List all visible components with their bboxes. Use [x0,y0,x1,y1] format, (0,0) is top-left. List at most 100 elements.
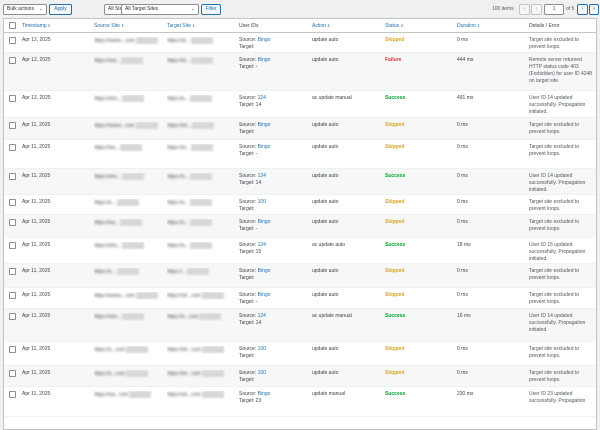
source-user-link[interactable]: 100 [258,199,266,205]
column-duration[interactable]: Duration⇕ [457,23,480,29]
target-site-url: https://sh...com [167,370,201,377]
row-checkbox[interactable] [9,37,16,44]
row-checkbox[interactable] [9,268,16,275]
row-checkbox[interactable] [9,95,16,102]
redaction [201,391,224,398]
table-row[interactable]: Apr 12, 2025 https://swiss...com https://s… [4,33,596,53]
source-user-link[interactable]: Bingo [258,144,271,150]
source-user-link[interactable]: 124 [258,242,266,248]
row-action: update auto [312,199,339,205]
source-site-url: https://sho... [94,242,122,249]
table-row[interactable]: Apr 11, 2025 https://sho... https://o... So… [4,238,596,264]
row-target-site: https://o...com [167,313,237,321]
source-user-link[interactable]: 124 [258,313,266,319]
column-action[interactable]: Action⇕ [312,23,330,29]
current-page-input[interactable]: 1 [544,4,564,15]
source-user-link[interactable]: Bingo [258,391,271,397]
column-status[interactable]: Status⇕ [385,23,404,29]
row-source-site: https://swiss...com [94,122,164,130]
row-source-site: https://s... [94,199,164,207]
source-id-label: Source: [239,199,258,205]
column-timestamp[interactable]: Timestamp⇕ [22,23,51,29]
source-user-link[interactable]: Bingo [258,122,271,128]
table-row[interactable]: Apr 12, 2025 https://swi... https://sl... S… [4,53,596,91]
row-checkbox[interactable] [9,144,16,151]
table-row[interactable]: Apr 11, 2025 https://sw... https://sl... So… [4,140,596,169]
row-details: User ID 14 updated successfully. Propaga… [529,173,586,193]
row-target-site: https://s... [167,219,237,227]
source-user-link[interactable]: Bingo [258,57,271,63]
row-details: Target site excluded to prevent loops. [529,370,580,383]
source-user-link[interactable]: Bingo [258,37,271,43]
source-user-link[interactable]: Bingo [258,292,271,298]
table-row[interactable]: Apr 11, 2025 https://sho... https://o... So… [4,169,596,195]
table-row[interactable]: Apr 11, 2025 https://sw...com https://sh..… [4,387,596,417]
target-site-url: https://o... [167,95,189,102]
target-site-url: https://o... [167,173,189,180]
row-timestamp: Apr 11, 2025 [22,370,51,376]
table-row[interactable]: Apr 11, 2025 https://s...com https://sh...… [4,342,596,366]
source-user-link[interactable]: Bingo [258,268,271,274]
next-page-button[interactable]: › [577,4,588,15]
source-id-label: Source: [239,219,258,225]
row-details: Remote server returned HTTP status code … [529,57,593,84]
column-target-site[interactable]: Target Site⇕ [167,23,195,29]
bulk-actions-select[interactable]: Bulk actions ⌄ [3,4,47,15]
redaction [189,242,212,249]
target-site-url: https://sl... [167,144,190,151]
row-checkbox[interactable] [9,199,16,206]
row-user-ids: Source: 100 Target: [239,370,305,384]
source-user-link[interactable]: 100 [258,346,266,352]
row-checkbox[interactable] [9,370,16,377]
table-row[interactable]: Apr 12, 2025 https://sho... https://o... So… [4,91,596,118]
filter-button[interactable]: Filter [201,4,221,15]
status-badge: Skipped [385,268,405,274]
row-target-site: https://sh...com [167,292,237,300]
source-user-link[interactable]: Bingo [258,219,271,225]
row-checkbox[interactable] [9,313,16,320]
row-checkbox[interactable] [9,219,16,226]
row-checkbox[interactable] [9,173,16,180]
table-row[interactable]: Apr 11, 2025 https://swiss...com https://s… [4,288,596,309]
table-row[interactable]: Apr 11, 2025 https://swiss...com https://s… [4,118,596,140]
row-source-site: https://sho... [94,313,164,321]
redaction [201,370,224,377]
target-site-filter-select[interactable]: All Target Sites ⌄ [121,4,199,15]
source-user-link[interactable]: 124 [258,95,266,101]
prev-page-button[interactable]: ‹ [531,4,542,15]
table-row[interactable]: Apr 11, 2025 https://sho... https://o...co… [4,309,596,342]
table-row[interactable]: Apr 11, 2025 https://s... https://s... Sour… [4,195,596,215]
column-source-site[interactable]: Source Site⇕ [94,23,124,29]
table-row[interactable]: Apr 11, 2025 https://sw... https://s... Sou… [4,215,596,238]
target-site-url: https://s... [167,199,189,206]
select-all-checkbox[interactable] [9,22,16,29]
apply-button[interactable]: Apply [49,4,72,15]
row-user-ids: Source: Bingo Target: - [239,292,305,306]
row-timestamp: Apr 11, 2025 [22,391,51,397]
sort-icon: ⇕ [400,23,404,28]
row-user-ids: Source: Bingo Target: [239,37,305,51]
source-site-url: https://sw... [94,219,120,226]
row-timestamp: Apr 11, 2025 [22,292,51,298]
target-id-label: Target: 15 [239,249,262,255]
row-details: Target site excluded to prevent loops. [529,144,580,157]
row-checkbox[interactable] [9,391,16,398]
row-checkbox[interactable] [9,57,16,64]
status-badge: Skipped [385,292,405,298]
row-action: update auto [312,292,339,298]
row-duration: 0 ms [457,122,468,128]
row-checkbox[interactable] [9,346,16,353]
table-row[interactable]: Apr 11, 2025 https://s...com https://sh...… [4,366,596,387]
target-site-url: https://sh... [167,122,192,129]
row-checkbox[interactable] [9,292,16,299]
source-user-link[interactable]: 100 [258,370,266,376]
row-checkbox[interactable] [9,242,16,249]
table-row[interactable]: Apr 11, 2025 https://s... https://... Sourc… [4,264,596,288]
source-user-link[interactable]: 124 [258,173,266,179]
target-site-url: https://o...com [167,313,199,320]
row-checkbox[interactable] [9,122,16,129]
last-page-button[interactable]: » [589,4,599,15]
row-duration: 230 ms [457,391,474,397]
target-id-label: Target: - [239,64,258,70]
first-page-button[interactable]: « [519,4,530,15]
